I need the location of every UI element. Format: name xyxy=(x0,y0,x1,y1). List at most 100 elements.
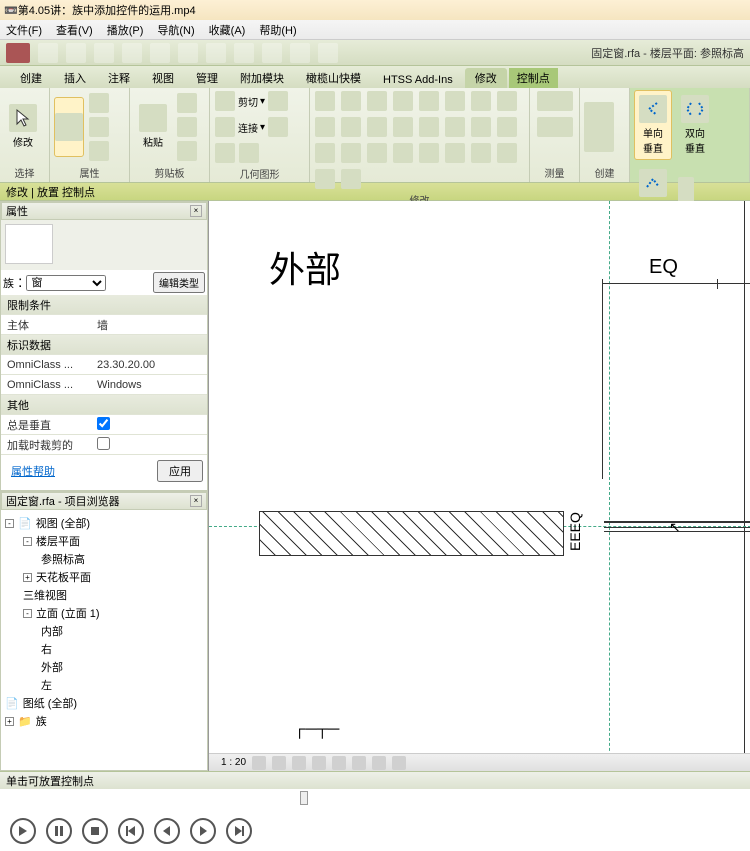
mod-icon[interactable] xyxy=(341,169,361,189)
modify-button[interactable]: 修改 xyxy=(4,92,42,162)
qat-undo-icon[interactable] xyxy=(94,43,114,63)
step-back-button[interactable] xyxy=(154,818,180,844)
mirror-icon[interactable] xyxy=(367,91,387,111)
pin-icon[interactable] xyxy=(367,117,387,137)
prop-omni1[interactable]: OmniClass ...23.30.20.00 xyxy=(1,355,207,375)
shadows-icon[interactable] xyxy=(312,756,326,770)
close-icon[interactable]: × xyxy=(190,495,202,507)
tab-htss[interactable]: HTSS Add-Ins xyxy=(373,72,463,88)
tree-elev[interactable]: -立面 (立面 1) xyxy=(5,604,203,622)
menu-play[interactable]: 播放(P) xyxy=(107,22,144,38)
tab-annotate[interactable]: 注释 xyxy=(98,68,140,88)
step-fwd-button[interactable] xyxy=(190,818,216,844)
reveal-icon[interactable] xyxy=(392,756,406,770)
cut-geom-icon[interactable] xyxy=(215,91,235,111)
qat-measure-icon[interactable] xyxy=(178,43,198,63)
geom-icon[interactable] xyxy=(239,143,259,163)
tree-3d[interactable]: 三维视图 xyxy=(5,586,203,604)
double-vertical-button[interactable]: 双向 垂直 xyxy=(676,90,714,160)
scale-icon[interactable] xyxy=(341,117,361,137)
app-button[interactable] xyxy=(6,43,30,63)
array-icon[interactable] xyxy=(315,117,335,137)
stop-button[interactable] xyxy=(82,818,108,844)
qat-item[interactable] xyxy=(262,43,282,63)
mod-icon[interactable] xyxy=(393,143,413,163)
prop-always-vertical[interactable]: 总是垂直 xyxy=(1,415,207,435)
edit-type-button[interactable]: 编辑类型 xyxy=(153,272,205,293)
tree-sheets[interactable]: 📄 图纸 (全部) xyxy=(5,694,203,712)
menu-file[interactable]: 文件(F) xyxy=(6,22,42,38)
tab-create[interactable]: 创建 xyxy=(10,68,52,88)
ref-plane-vertical[interactable] xyxy=(609,201,610,771)
qat-open-icon[interactable] xyxy=(38,43,58,63)
tree-left[interactable]: 左 xyxy=(5,676,203,694)
qat-item[interactable] xyxy=(206,43,226,63)
collapse-icon[interactable]: - xyxy=(5,519,14,528)
match-icon[interactable] xyxy=(177,141,197,161)
align-icon[interactable] xyxy=(315,91,335,111)
single-vertical-button[interactable]: 单向 垂直 xyxy=(634,90,672,160)
join-icon[interactable] xyxy=(268,117,288,137)
mod-icon[interactable] xyxy=(445,143,465,163)
geom-icon[interactable] xyxy=(215,143,235,163)
hide-icon[interactable] xyxy=(372,756,386,770)
mod-icon[interactable] xyxy=(445,117,465,137)
sun-path-icon[interactable] xyxy=(292,756,306,770)
qat-print-icon[interactable] xyxy=(150,43,170,63)
tree-ref[interactable]: 参照标高 xyxy=(5,550,203,568)
measure-icon[interactable] xyxy=(537,91,573,111)
mod-icon[interactable] xyxy=(471,143,491,163)
menu-nav[interactable]: 导航(N) xyxy=(157,22,194,38)
tree-views[interactable]: -📄 视图 (全部) xyxy=(5,514,203,532)
close-icon[interactable]: × xyxy=(190,205,202,217)
tab-addins[interactable]: 附加模块 xyxy=(230,68,294,88)
tab-lmk[interactable]: 橄榄山快模 xyxy=(296,68,371,88)
collapse-icon[interactable]: - xyxy=(23,609,32,618)
detail-level-icon[interactable] xyxy=(252,756,266,770)
tab-control[interactable]: 控制点 xyxy=(509,68,558,88)
tree-right[interactable]: 右 xyxy=(5,640,203,658)
mod-icon[interactable] xyxy=(341,143,361,163)
prop-host[interactable]: 主体墙 xyxy=(1,315,207,335)
cut-icon[interactable] xyxy=(177,93,197,113)
family-category-icon[interactable] xyxy=(89,141,109,161)
copy-icon[interactable] xyxy=(419,91,439,111)
play-button[interactable] xyxy=(10,818,36,844)
copy-icon[interactable] xyxy=(177,117,197,137)
browser-tree[interactable]: -📄 视图 (全部) -楼层平面 参照标高 +天花板平面 三维视图 -立面 (立… xyxy=(1,510,207,734)
tree-families[interactable]: +📁 族 xyxy=(5,712,203,730)
create-icon[interactable] xyxy=(584,102,614,152)
visual-style-icon[interactable] xyxy=(272,756,286,770)
tab-insert[interactable]: 插入 xyxy=(54,68,96,88)
mod-icon[interactable] xyxy=(471,117,491,137)
tree-floor[interactable]: -楼层平面 xyxy=(5,532,203,550)
prop-trunc[interactable]: 加载时裁剪的 xyxy=(1,435,207,455)
tree-ceiling[interactable]: +天花板平面 xyxy=(5,568,203,586)
type-dropdown[interactable]: 窗 xyxy=(26,275,106,291)
qat-redo-icon[interactable] xyxy=(122,43,142,63)
next-button[interactable] xyxy=(226,818,252,844)
dimension-icon[interactable] xyxy=(537,117,573,137)
prop-omni2[interactable]: OmniClass ...Windows xyxy=(1,375,207,395)
tab-manage[interactable]: 管理 xyxy=(186,68,228,88)
group-other[interactable]: 其他 xyxy=(1,395,207,415)
type-props-icon[interactable] xyxy=(89,93,109,113)
family-types-icon[interactable] xyxy=(89,117,109,137)
trunc-checkbox[interactable] xyxy=(97,437,110,450)
expand-icon[interactable]: + xyxy=(23,573,32,582)
mod-icon[interactable] xyxy=(497,143,517,163)
always-vertical-checkbox[interactable] xyxy=(97,417,110,430)
qat-save-icon[interactable] xyxy=(66,43,86,63)
unpin-icon[interactable] xyxy=(393,117,413,137)
pause-button[interactable] xyxy=(46,818,72,844)
group-identity[interactable]: 标识数据 xyxy=(1,335,207,355)
player-seek-bar[interactable] xyxy=(0,789,750,811)
mod-icon[interactable] xyxy=(367,143,387,163)
tree-outer[interactable]: 外部 xyxy=(5,658,203,676)
split-icon[interactable] xyxy=(497,91,517,111)
type-selector[interactable]: 族: 窗 编辑类型 xyxy=(1,270,207,295)
collapse-icon[interactable]: - xyxy=(23,537,32,546)
apply-button[interactable]: 应用 xyxy=(157,460,203,482)
rotate-icon[interactable] xyxy=(445,91,465,111)
qat-item[interactable] xyxy=(318,43,338,63)
